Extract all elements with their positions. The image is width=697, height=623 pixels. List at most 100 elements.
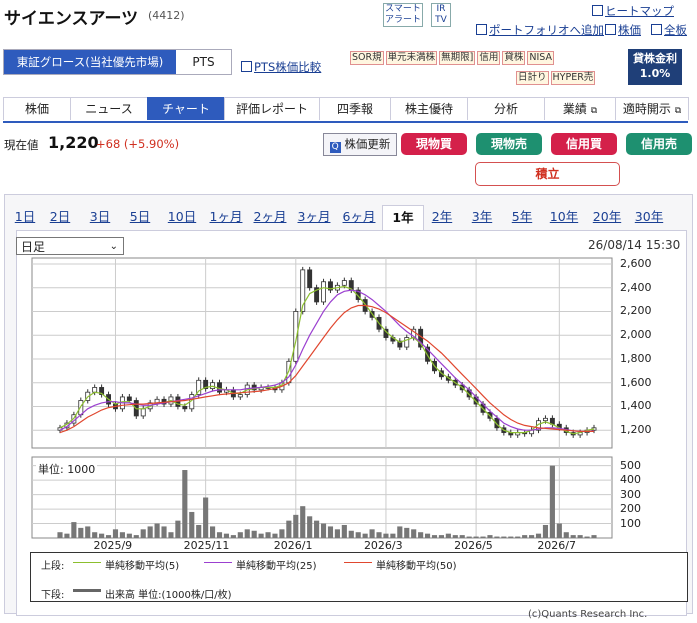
- legend-ma50-line: [344, 562, 372, 563]
- volume-bar: [362, 533, 368, 538]
- candle-body: [182, 406, 188, 410]
- volume-bar: [133, 535, 139, 538]
- volume-bar: [314, 520, 320, 538]
- volume-bar: [85, 526, 91, 538]
- volume-bar: [154, 523, 160, 538]
- volume-bar: [216, 532, 223, 538]
- price-axis-label: 2,600: [620, 256, 652, 270]
- volume-bar: [487, 535, 493, 538]
- price-axis-label: 1,400: [620, 399, 652, 413]
- volume-bar: [501, 536, 507, 538]
- volume-bar: [542, 524, 549, 538]
- volume-bar: [494, 536, 500, 538]
- volume-bar: [286, 520, 292, 538]
- volume-bar: [307, 516, 313, 538]
- volume-bar: [452, 535, 458, 538]
- candle-body: [92, 387, 98, 393]
- date-axis-label: 2026/3: [363, 539, 403, 552]
- volume-bar: [265, 532, 271, 538]
- volume-bar: [251, 530, 257, 538]
- volume-bar: [99, 533, 105, 538]
- volume-bar: [431, 535, 438, 538]
- volume-bar: [64, 533, 70, 538]
- legend-ma25: 単純移動平均(25): [236, 561, 317, 572]
- volume-axis-label: 300: [620, 487, 641, 501]
- date-axis-label: 2025/11: [183, 539, 230, 552]
- volume-bar: [459, 535, 465, 538]
- volume-bar: [175, 520, 181, 538]
- volume-bar: [424, 533, 431, 538]
- volume-bar: [390, 533, 396, 538]
- copyright: (c)Quants Research Inc.: [528, 609, 648, 620]
- stock-chart: [31, 257, 613, 539]
- price-axis-label: 2,400: [620, 280, 652, 294]
- price-axis-label: 2,000: [620, 328, 652, 342]
- volume-bar: [473, 536, 479, 538]
- volume-bar: [237, 532, 243, 538]
- legend-ma5-line: [73, 562, 101, 563]
- volume-bar: [549, 465, 555, 538]
- legend-lower-label: 下段:: [41, 590, 65, 601]
- volume-bar: [535, 533, 542, 538]
- volume-bar: [556, 523, 562, 538]
- volume-bar: [563, 532, 569, 538]
- volume-bar: [230, 535, 236, 538]
- volume-bar: [168, 532, 174, 538]
- price-axis-label: 2,200: [620, 304, 652, 318]
- volume-bar: [244, 529, 250, 538]
- volume-bar: [418, 532, 424, 538]
- volume-bar: [480, 536, 486, 538]
- volume-bar: [466, 536, 472, 538]
- candle-body: [237, 394, 243, 398]
- volume-bar: [210, 526, 216, 538]
- candle-body: [307, 269, 313, 289]
- volume-bar: [577, 535, 583, 538]
- volume-bar: [529, 535, 535, 538]
- volume-bar: [189, 511, 195, 538]
- volume-bar: [272, 533, 278, 538]
- volume-bar: [397, 526, 403, 538]
- volume-bar: [300, 506, 306, 538]
- legend-ma25-line: [204, 562, 232, 563]
- volume-bar: [78, 527, 84, 538]
- volume-bar: [369, 529, 375, 538]
- volume-bar: [57, 532, 63, 538]
- candle-body: [126, 396, 132, 401]
- chart-legend: 上段: 単純移動平均(5) 単純移動平均(25) 単純移動平均(50) 下段: …: [30, 552, 688, 602]
- price-axis-label: 1,800: [620, 351, 652, 365]
- date-axis-label: 2025/9: [93, 539, 133, 552]
- volume-axis-label: 200: [620, 502, 641, 516]
- volume-bar: [161, 526, 167, 538]
- volume-bar: [383, 533, 389, 538]
- volume-bar: [182, 470, 188, 538]
- volume-bar: [341, 524, 347, 538]
- legend-upper-label: 上段:: [41, 561, 65, 572]
- volume-bar: [522, 535, 528, 538]
- volume-bar: [140, 529, 146, 538]
- date-axis-label: 2026/7: [537, 539, 577, 552]
- volume-bar: [570, 535, 576, 538]
- volume-bar: [105, 535, 112, 538]
- price-axis-label: 1,600: [620, 375, 652, 389]
- volume-bar: [404, 527, 410, 538]
- candle-body: [217, 382, 222, 393]
- volume-bar: [320, 523, 327, 538]
- candle-body: [543, 417, 548, 422]
- legend-ma50: 単純移動平均(50): [376, 561, 457, 572]
- volume-bar: [112, 529, 119, 538]
- volume-axis-label: 500: [620, 458, 641, 472]
- volume-bar: [279, 529, 285, 538]
- volume-bar: [147, 526, 153, 538]
- volume-bar: [293, 514, 299, 538]
- legend-volume-swatch: [73, 589, 101, 592]
- volume-bar: [258, 533, 264, 538]
- volume-bar: [445, 533, 451, 538]
- date-axis-label: 2026/5: [454, 539, 493, 552]
- volume-bar: [126, 533, 132, 538]
- legend-volume: 出来高 単位:(1000株/口/枚): [105, 590, 232, 601]
- volume-bar: [119, 532, 125, 538]
- volume-bar: [591, 535, 597, 538]
- candle-body: [210, 382, 216, 390]
- volume-bar: [327, 526, 334, 538]
- volume-bar: [584, 536, 590, 538]
